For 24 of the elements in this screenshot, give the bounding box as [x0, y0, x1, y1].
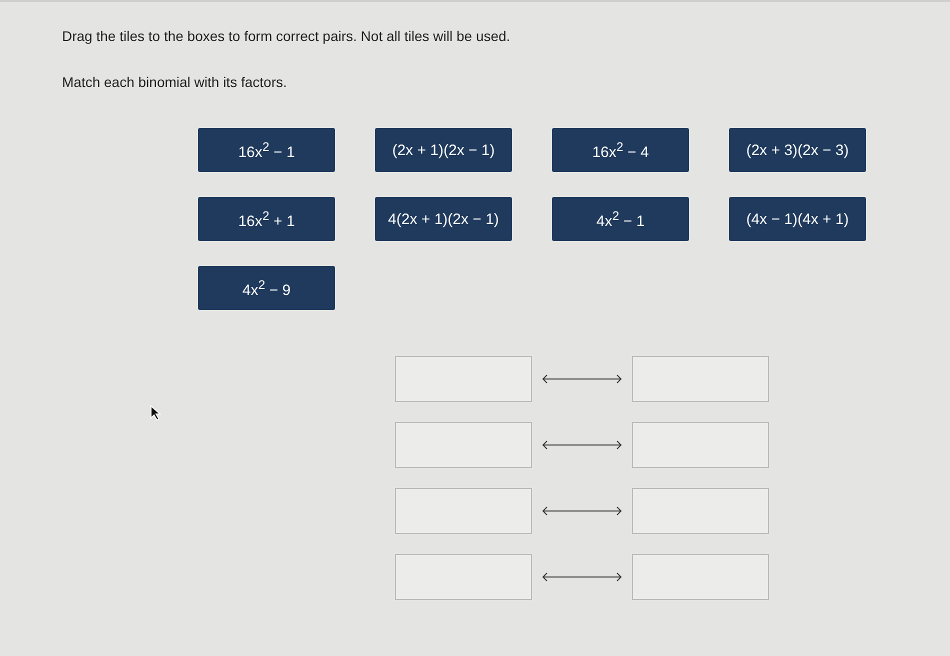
- drop-box[interactable]: [395, 488, 532, 534]
- expression-tile[interactable]: 16x$^{2}$ − 1: [198, 128, 335, 172]
- expression-tile[interactable]: (4x − 1)(4x + 1): [729, 197, 866, 241]
- expression-tile[interactable]: (2x + 3)(2x − 3): [729, 128, 866, 172]
- double-arrow-icon: [542, 374, 622, 384]
- expression-tile[interactable]: 16x$^{2}$ − 4: [552, 128, 689, 172]
- expression-tile[interactable]: 4x$^{2}$ − 1: [552, 197, 689, 241]
- expression-tile[interactable]: (2x + 1)(2x − 1): [375, 128, 512, 172]
- drop-box[interactable]: [395, 554, 532, 600]
- drop-box[interactable]: [632, 554, 769, 600]
- double-arrow-icon: [542, 572, 622, 582]
- expression-tile[interactable]: 4(2x + 1)(2x − 1): [375, 197, 512, 241]
- double-arrow-icon: [542, 440, 622, 450]
- instructions-text: Drag the tiles to the boxes to form correct pairs. Not all tiles will be used.: [62, 28, 512, 44]
- double-arrow-icon: [542, 506, 622, 516]
- question-prompt: Match each binomial with its factors.: [62, 74, 288, 90]
- expression-tile[interactable]: 16x$^{2}$ + 1: [198, 197, 335, 241]
- drop-box[interactable]: [632, 422, 769, 468]
- mouse-cursor-icon: [150, 405, 162, 421]
- drop-box[interactable]: [395, 422, 532, 468]
- drop-box[interactable]: [632, 356, 769, 402]
- drop-box[interactable]: [632, 488, 769, 534]
- expression-tile[interactable]: 4x$^{2}$ − 9: [198, 266, 335, 310]
- drop-box[interactable]: [395, 356, 532, 402]
